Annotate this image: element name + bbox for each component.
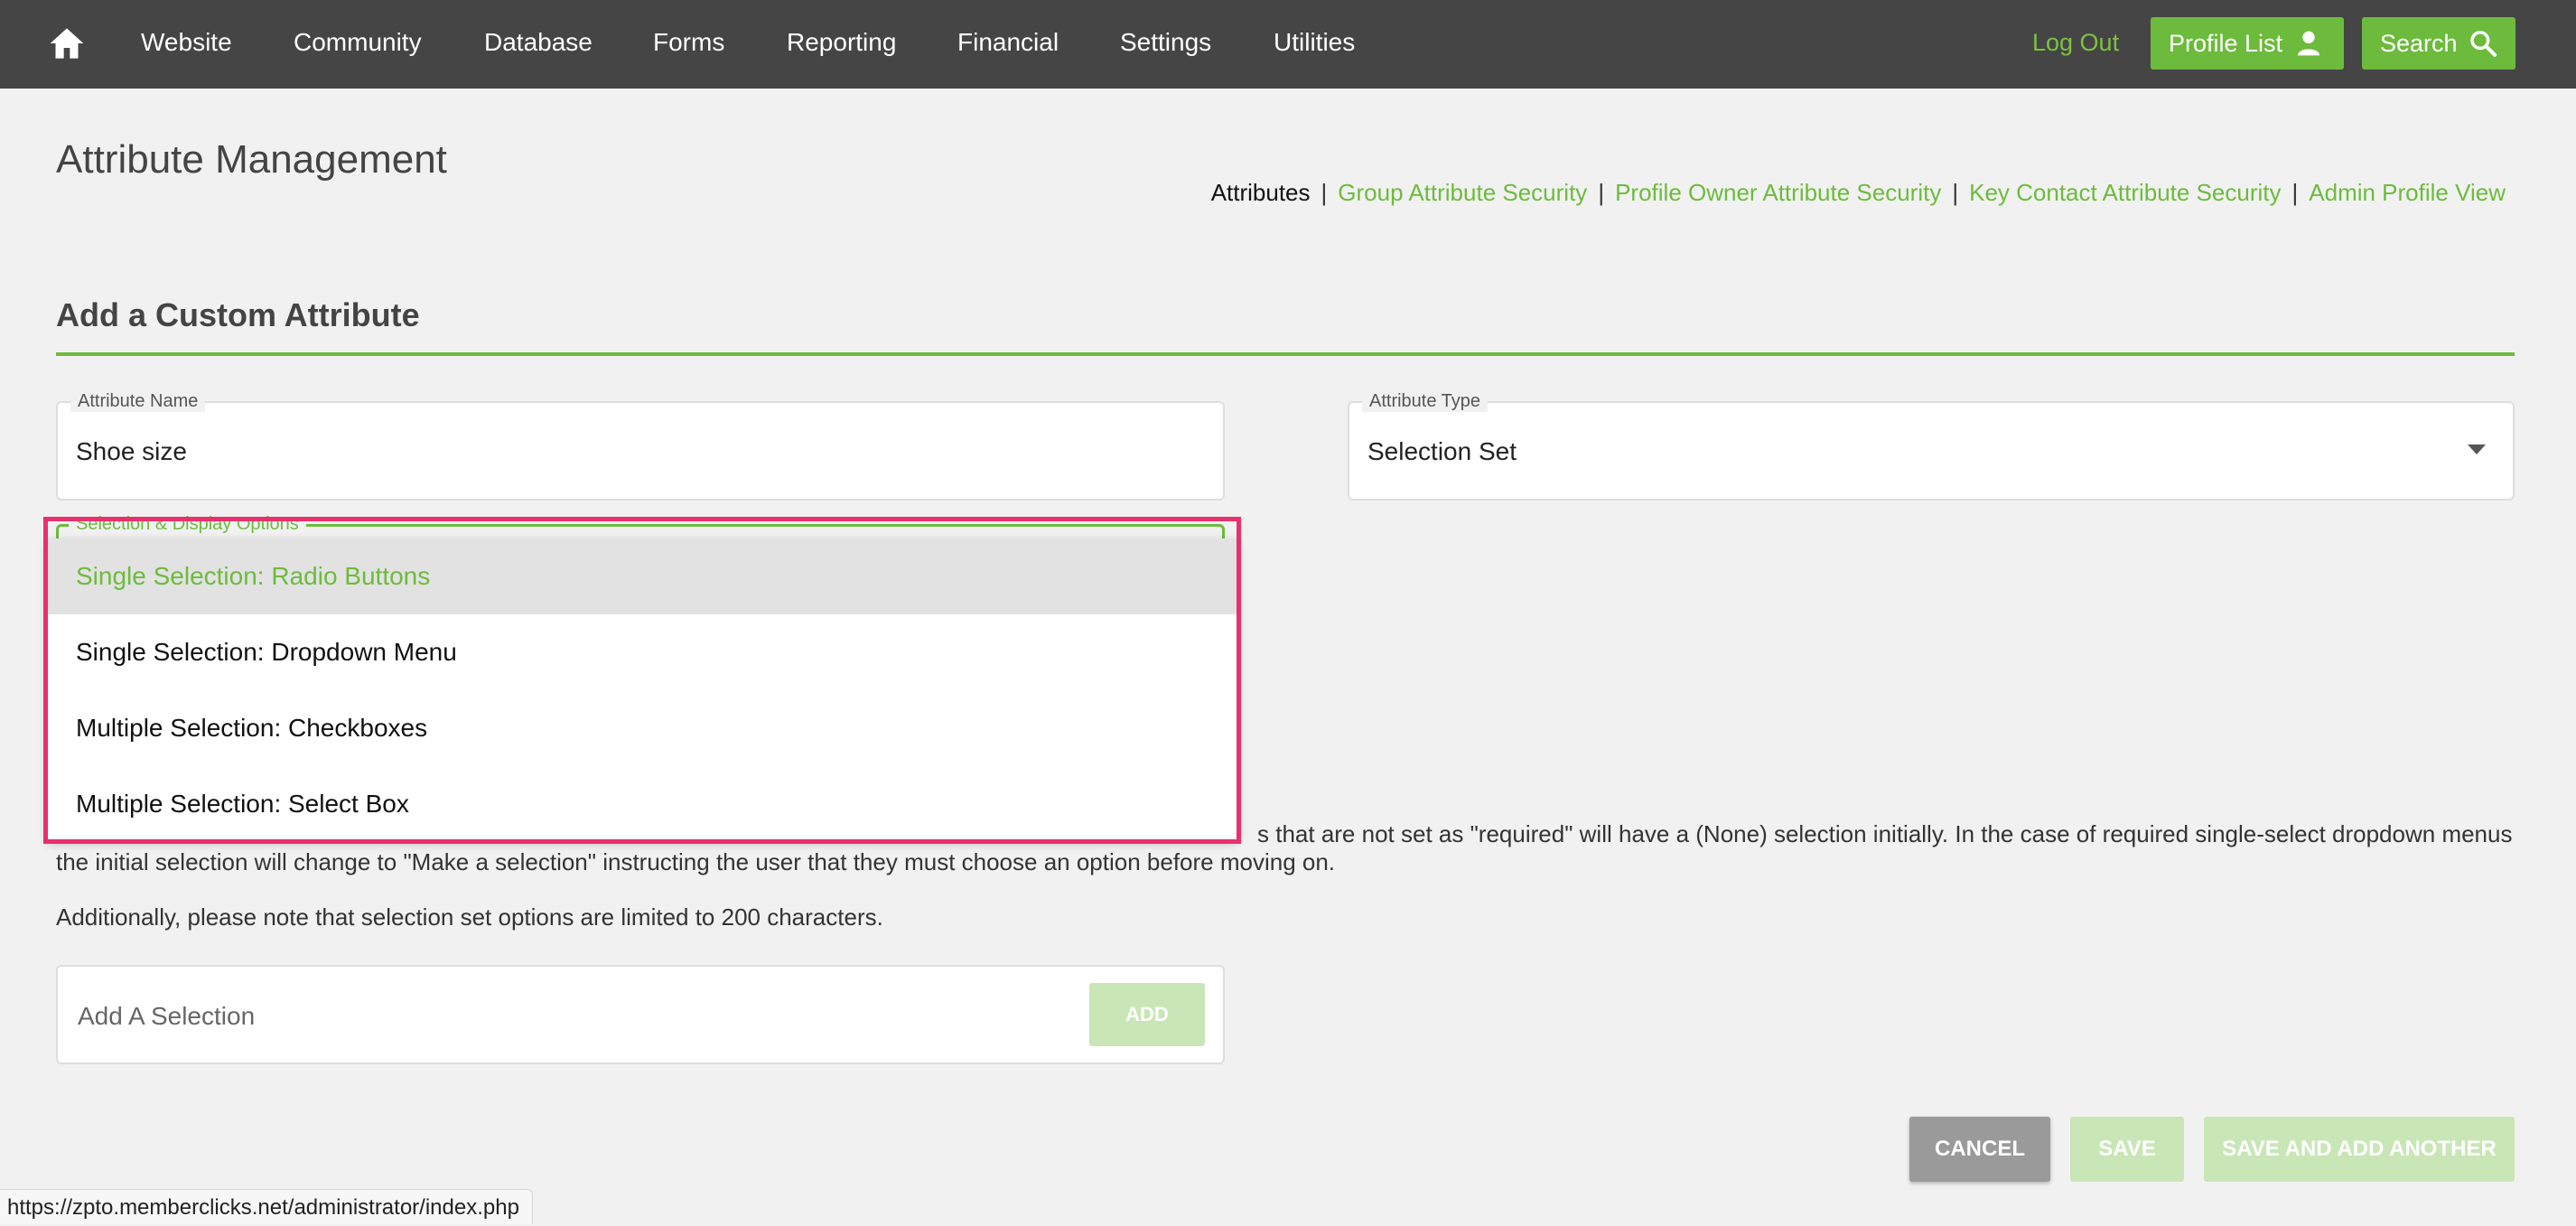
top-nav: Website Community Database Forms Reporti… [0,0,2576,89]
logout-link[interactable]: Log Out [2032,27,2119,58]
menu-item-radio-buttons[interactable]: Single Selection: Radio Buttons [48,538,1237,614]
nav-item-database[interactable]: Database [484,27,593,58]
add-selection-button[interactable]: ADD [1089,983,1205,1046]
status-bar-url: https://zpto.memberclicks.net/administra… [0,1189,533,1224]
nav-item-website[interactable]: Website [141,27,232,58]
nav-item-utilities[interactable]: Utilities [1274,27,1355,58]
help-text-limit: Additionally, please note that selection… [56,903,883,931]
subnav-attributes[interactable]: Attributes [1211,179,1311,207]
save-and-add-another-button[interactable]: SAVE AND ADD ANOTHER [2204,1117,2515,1182]
section-divider [56,352,2515,356]
subnav-admin-profile-view[interactable]: Admin Profile View [2309,179,2506,207]
add-selection-input[interactable] [76,994,1118,1039]
add-user-icon [2298,31,2322,56]
menu-item-dropdown-menu[interactable]: Single Selection: Dropdown Menu [48,614,1237,690]
attribute-type-value: Selection Set [1367,437,1517,465]
home-icon[interactable] [49,25,85,61]
attribute-subnav: Attributes | Group Attribute Security | … [1211,179,2506,207]
attribute-name-field[interactable]: Attribute Name Shoe size [56,390,1225,501]
nav-item-forms[interactable]: Forms [653,27,724,58]
nav-item-reporting[interactable]: Reporting [787,27,896,58]
chevron-down-icon [2468,445,2486,454]
page-title: Attribute Management [56,137,447,182]
search-label: Search [2380,29,2458,57]
profile-list-button[interactable]: Profile List [2151,17,2344,70]
subnav-separator: | [1952,179,1959,206]
section-title: Add a Custom Attribute [56,296,420,333]
add-selection-field: ADD [56,965,1225,1064]
attribute-type-select[interactable]: Attribute Type Selection Set [1348,390,2515,501]
selection-display-label: Selection & Display Options [69,513,306,535]
subnav-separator: | [1321,179,1328,206]
menu-item-select-box[interactable]: Multiple Selection: Select Box [48,766,1237,842]
profile-list-label: Profile List [2169,29,2283,57]
search-icon [2469,31,2497,57]
attribute-type-label: Attribute Type [1362,390,1489,412]
attribute-name-value[interactable]: Shoe size [76,437,187,466]
subnav-separator: | [2291,179,2299,206]
nav-item-settings[interactable]: Settings [1120,27,1211,58]
search-button[interactable]: Search [2362,17,2515,70]
subnav-group-attribute-security[interactable]: Group Attribute Security [1338,179,1587,207]
attribute-name-label: Attribute Name [70,390,206,412]
nav-item-financial[interactable]: Financial [957,27,1059,58]
save-button[interactable]: SAVE [2070,1117,2184,1182]
cancel-button[interactable]: CANCEL [1909,1117,2050,1182]
menu-item-checkboxes[interactable]: Multiple Selection: Checkboxes [48,690,1237,766]
subnav-profile-owner-attribute-security[interactable]: Profile Owner Attribute Security [1615,179,1941,207]
nav-item-community[interactable]: Community [294,27,422,58]
subnav-key-contact-attribute-security[interactable]: Key Contact Attribute Security [1969,179,2281,207]
selection-display-menu: Single Selection: Radio Buttons Single S… [48,538,1237,839]
subnav-separator: | [1598,179,1605,206]
